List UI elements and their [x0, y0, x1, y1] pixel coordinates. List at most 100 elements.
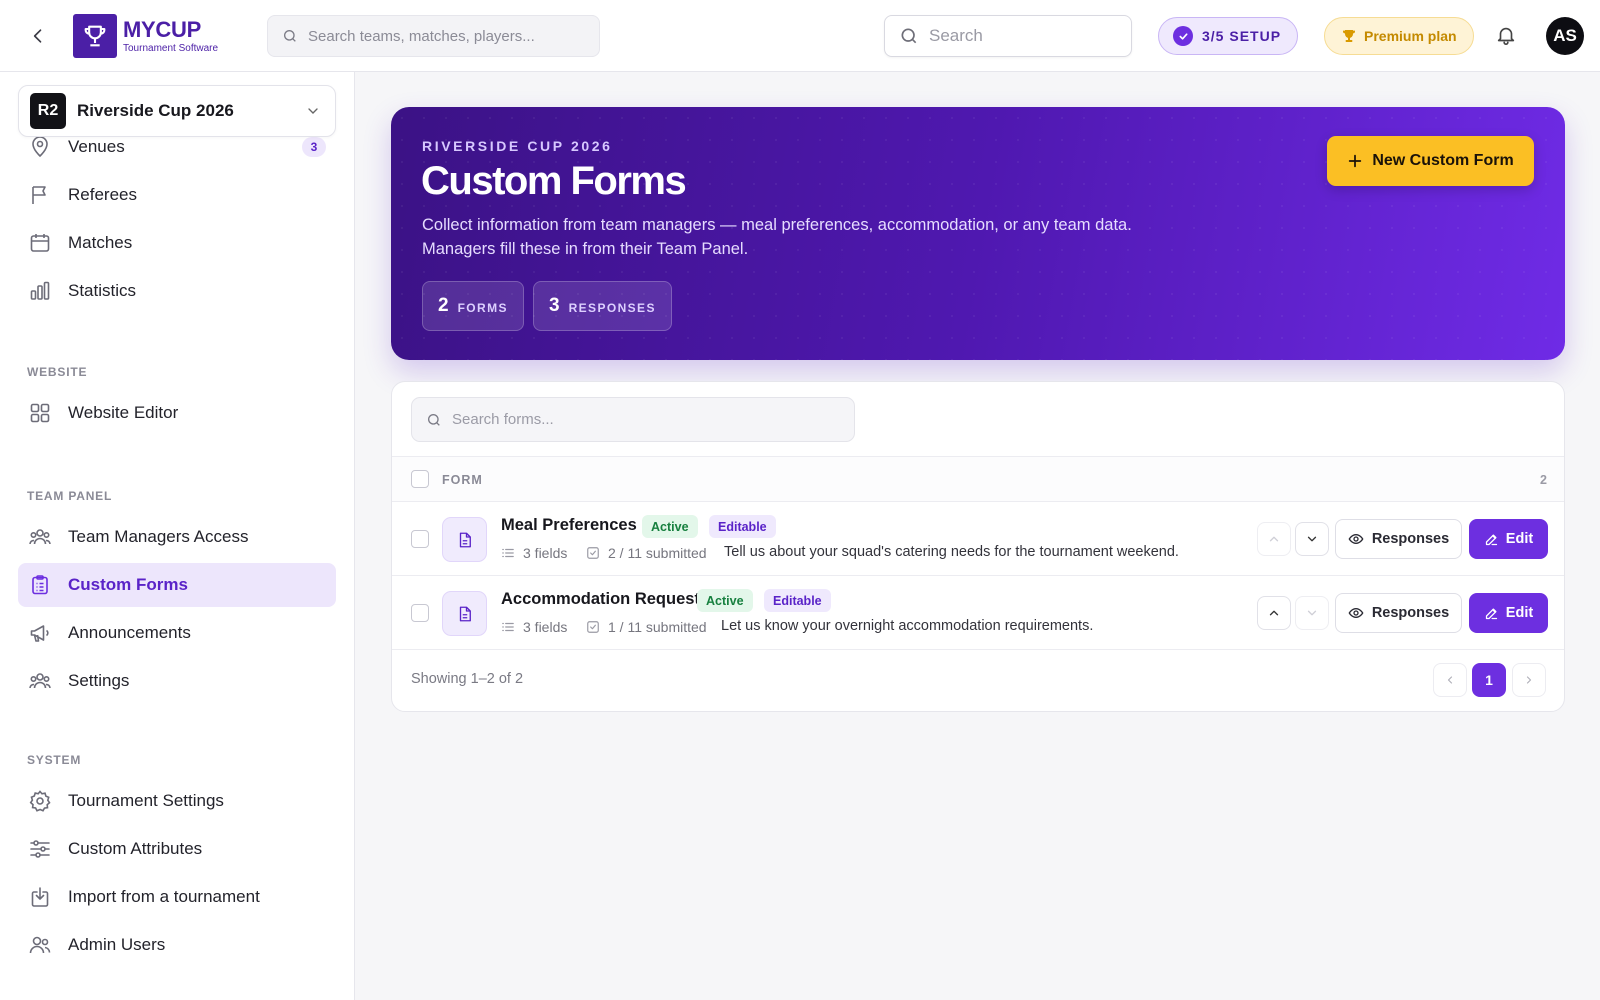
next-page-button[interactable]	[1512, 663, 1546, 697]
new-custom-form-button[interactable]: New Custom Form	[1327, 136, 1534, 186]
check-circle-icon	[1173, 26, 1193, 46]
hero-description: Collect information from team managers —…	[422, 213, 1182, 261]
megaphone-icon	[28, 621, 52, 645]
sidebar-item-matches[interactable]: Matches	[18, 221, 336, 265]
sidebar-item-website-editor[interactable]: Website Editor	[18, 391, 336, 435]
sidebar-item-label: Custom Forms	[68, 575, 188, 594]
brand-name: MYCUP	[123, 16, 201, 42]
user-avatar[interactable]: AS	[1546, 17, 1584, 55]
back-arrow-icon[interactable]	[24, 22, 52, 50]
status-badge: Active	[642, 515, 698, 538]
secondary-search[interactable]	[884, 15, 1132, 57]
flag-icon	[28, 183, 52, 207]
sidebar: R2 Riverside Cup 2026 Venues 3 Referees …	[0, 72, 355, 1000]
fields-count: 3 fields	[501, 619, 567, 635]
setup-progress-pill[interactable]: 3/5 SETUP	[1158, 17, 1298, 55]
section-title-system: SYSTEM	[27, 753, 82, 767]
stat-unit: RESPONSES	[568, 301, 656, 315]
sidebar-item-import-from-tournament[interactable]: Import from a tournament	[18, 875, 336, 919]
checkbox-icon	[586, 620, 600, 634]
move-up-button[interactable]	[1257, 596, 1291, 630]
list-icon	[501, 620, 515, 634]
move-up-button[interactable]	[1257, 522, 1291, 556]
bell-icon[interactable]	[1495, 24, 1519, 48]
fields-count-text: 3 fields	[523, 545, 568, 561]
tournament-selector[interactable]: R2 Riverside Cup 2026	[18, 85, 336, 137]
list-icon	[501, 546, 515, 560]
previous-page-button[interactable]	[1433, 663, 1467, 697]
premium-plan-pill[interactable]: Premium plan	[1324, 17, 1474, 55]
eye-icon	[1348, 605, 1364, 621]
sidebar-item-referees[interactable]: Referees	[18, 173, 336, 217]
sidebar-item-label: Venues	[68, 137, 125, 156]
sliders-icon	[28, 837, 52, 861]
section-title-team-panel: TEAM PANEL	[27, 489, 113, 503]
brand-logo[interactable]: MYCUP Tournament Software	[73, 14, 218, 58]
edit-button-label: Edit	[1505, 531, 1534, 547]
stat-value: 3	[549, 295, 560, 316]
edit-button[interactable]: Edit	[1469, 519, 1548, 559]
checkbox-icon	[586, 546, 600, 560]
sidebar-item-custom-forms[interactable]: Custom Forms	[18, 563, 336, 607]
secondary-search-input[interactable]	[929, 26, 1131, 46]
stat-unit: FORMS	[457, 301, 508, 315]
select-all-checkbox[interactable]	[411, 470, 429, 488]
document-icon	[442, 591, 487, 636]
page-number-button[interactable]: 1	[1472, 663, 1506, 697]
sidebar-item-label: Tournament Settings	[68, 791, 224, 810]
search-icon	[899, 26, 919, 46]
editable-badge: Editable	[709, 515, 776, 538]
table-row: Meal Preferences Active Editable 3 field…	[392, 502, 1564, 576]
trophy-logo-icon	[73, 14, 117, 58]
submitted-count-text: 1 / 11 submitted	[608, 619, 707, 635]
hero-banner: RIVERSIDE CUP 2026 Custom Forms Collect …	[391, 107, 1565, 360]
sidebar-item-custom-attributes[interactable]: Custom Attributes	[18, 827, 336, 871]
hero-kicker: RIVERSIDE CUP 2026	[422, 138, 613, 154]
setup-progress-label: 3/5 SETUP	[1202, 28, 1282, 44]
tournament-name: Riverside Cup 2026	[77, 101, 234, 120]
gear-icon	[28, 789, 52, 813]
form-name[interactable]: Accommodation Request	[501, 590, 700, 609]
plus-icon	[1347, 153, 1363, 169]
row-checkbox[interactable]	[411, 530, 429, 548]
responses-button-label: Responses	[1371, 605, 1450, 621]
global-search[interactable]	[267, 15, 600, 57]
forms-search-input[interactable]	[452, 411, 854, 428]
editable-badge: Editable	[764, 589, 831, 612]
form-description: Tell us about your squad's catering need…	[724, 544, 1179, 560]
new-custom-form-label: New Custom Form	[1372, 152, 1514, 169]
sidebar-item-announcements[interactable]: Announcements	[18, 611, 336, 655]
responses-button[interactable]: Responses	[1335, 519, 1462, 559]
edit-button[interactable]: Edit	[1469, 593, 1548, 633]
fields-count: 3 fields	[501, 545, 567, 561]
sidebar-item-label: Referees	[68, 185, 137, 204]
responses-button-label: Responses	[1371, 531, 1450, 547]
sidebar-item-admin-users[interactable]: Admin Users	[18, 923, 336, 967]
global-search-input[interactable]	[308, 27, 599, 45]
document-icon	[442, 517, 487, 562]
sidebar-item-settings[interactable]: Settings	[18, 659, 336, 703]
submitted-count: 2 / 11 submitted	[586, 545, 707, 561]
edit-button-label: Edit	[1505, 605, 1534, 621]
form-name[interactable]: Meal Preferences	[501, 516, 637, 535]
move-down-button[interactable]	[1295, 522, 1329, 556]
table-row: Accommodation Request Active Editable 3 …	[392, 576, 1564, 650]
responses-button[interactable]: Responses	[1335, 593, 1462, 633]
sidebar-item-tournament-settings[interactable]: Tournament Settings	[18, 779, 336, 823]
row-checkbox[interactable]	[411, 604, 429, 622]
responses-count-stat: 3 RESPONSES	[533, 281, 672, 331]
chevron-down-icon	[305, 103, 321, 119]
move-down-button[interactable]	[1295, 596, 1329, 630]
forms-search[interactable]	[411, 397, 855, 442]
sidebar-item-label: Admin Users	[68, 935, 166, 954]
venues-count-badge: 3	[302, 137, 326, 157]
pencil-icon	[1484, 532, 1499, 547]
users-settings-icon	[28, 669, 52, 693]
sidebar-item-team-managers-access[interactable]: Team Managers Access	[18, 515, 336, 559]
sidebar-item-label: Import from a tournament	[68, 887, 260, 906]
sidebar-item-statistics[interactable]: Statistics	[18, 269, 336, 313]
submitted-count: 1 / 11 submitted	[586, 619, 707, 635]
eye-icon	[1348, 531, 1364, 547]
bar-chart-icon	[28, 279, 52, 303]
import-icon	[28, 885, 52, 909]
